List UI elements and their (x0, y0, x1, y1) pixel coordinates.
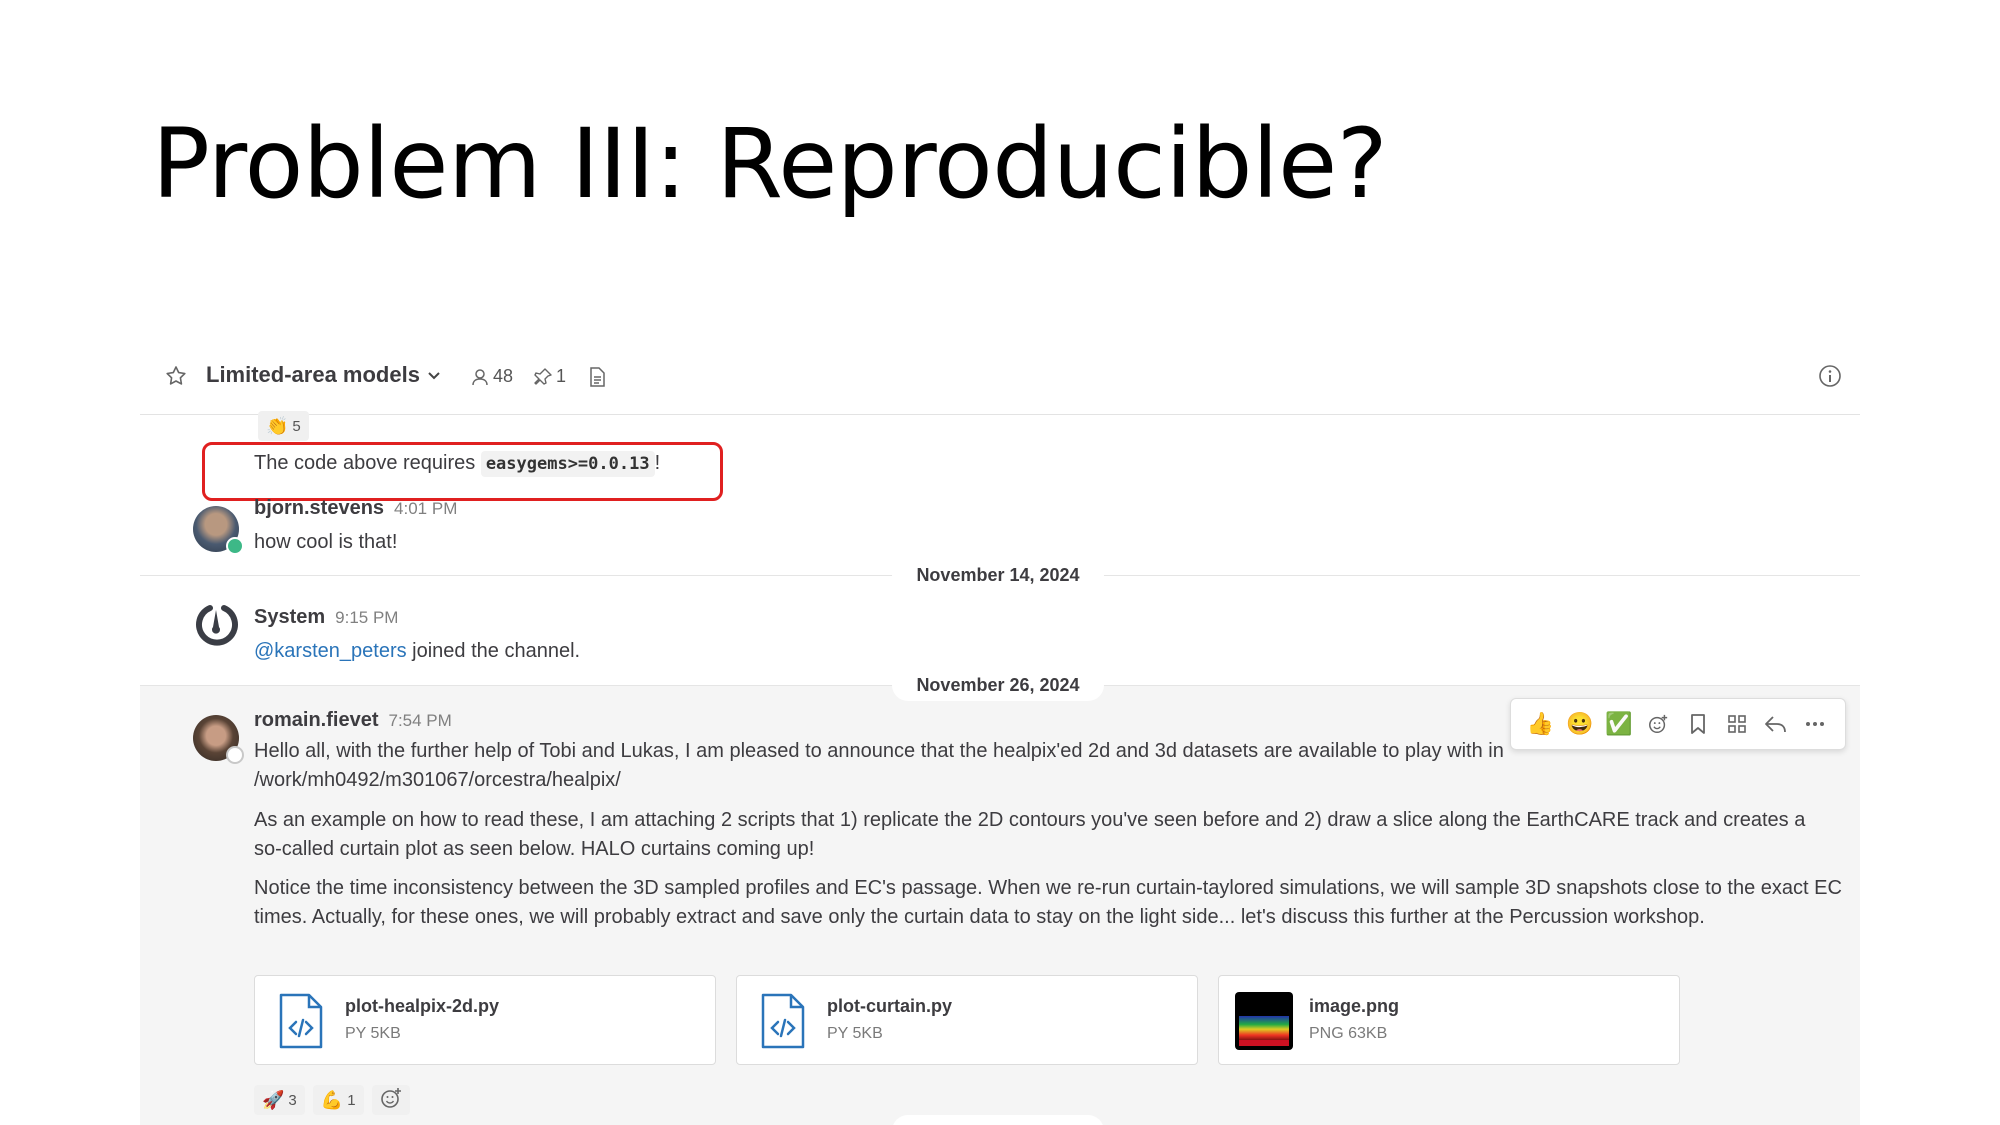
username: System (254, 606, 326, 628)
reply-icon[interactable] (1760, 708, 1792, 740)
highlight-annotation-box (202, 442, 723, 501)
file-attachment[interactable]: plot-curtain.py PY 5KB (736, 975, 1198, 1065)
channel-header: Limited-area models 48 1 (140, 340, 1860, 415)
member-count: 48 (493, 366, 514, 386)
members-button[interactable]: 48 (470, 366, 513, 387)
quick-reaction-grin[interactable]: 😀 (1564, 708, 1596, 740)
system-message-text: @karsten_peters joined the channel. (254, 640, 581, 662)
save-bookmark-icon[interactable] (1682, 708, 1714, 740)
message-paragraph: As an example on how to read these, I am… (254, 809, 1806, 860)
reactions-row: 🚀 3 💪 1 (254, 1085, 410, 1115)
file-meta: PY 5KB (345, 1025, 401, 1042)
username[interactable]: romain.fievet (254, 709, 378, 731)
channel-files-icon[interactable] (588, 367, 606, 387)
file-attachment[interactable]: plot-healpix-2d.py PY 5KB (254, 975, 716, 1065)
pinned-button[interactable]: 1 (533, 366, 566, 387)
reaction-rocket[interactable]: 🚀 3 (254, 1085, 305, 1115)
file-attachment[interactable]: image.png PNG 63KB (1218, 975, 1680, 1065)
pinned-count: 1 (556, 366, 567, 386)
reaction-count: 5 (292, 417, 301, 435)
file-meta: PNG 63KB (1309, 1025, 1388, 1042)
post-hover-toolbar: 👍 😀 ✅ (1510, 698, 1846, 750)
offline-status-icon (226, 746, 244, 764)
timestamp[interactable]: 9:15 PM (335, 608, 398, 627)
chevron-down-icon (426, 367, 442, 383)
message-text: how cool is that! (254, 531, 398, 553)
file-name: image.png (1309, 996, 1400, 1016)
reaction-emoji: 💪 (320, 1089, 344, 1110)
slide-title: Problem III: Reproducible? (152, 108, 1388, 220)
chat-screenshot: Limited-area models 48 1 👏 5 The code ab… (140, 340, 1860, 1125)
date-separator: November 26, 2024 (892, 669, 1104, 701)
add-reaction-button[interactable] (371, 1085, 410, 1115)
channel-name: Limited-area models (206, 362, 420, 387)
reaction-clap[interactable]: 👏 5 (258, 411, 309, 441)
date-separator: November 14, 2024 (892, 559, 1104, 591)
reaction-emoji: 👏 (266, 415, 289, 436)
reaction-count: 3 (288, 1091, 297, 1109)
user-mention-link[interactable]: @karsten_peters (254, 640, 407, 662)
timestamp[interactable]: 7:54 PM (388, 711, 451, 730)
reaction-muscle[interactable]: 💪 1 (312, 1085, 364, 1115)
channel-info-icon[interactable] (1818, 364, 1842, 388)
add-reaction-icon[interactable] (1642, 708, 1674, 740)
file-name: plot-curtain.py (827, 996, 952, 1016)
image-thumbnail (1235, 992, 1293, 1050)
more-actions-icon[interactable] (1799, 708, 1831, 740)
member-icon (470, 367, 490, 387)
message-header: bjorn.stevens 4:01 PM (254, 497, 457, 520)
message-header: System 9:15 PM (254, 606, 398, 629)
timestamp[interactable]: 4:01 PM (394, 499, 457, 518)
attachments-row: plot-healpix-2d.py PY 5KB plot-curtain.p… (254, 975, 1680, 1067)
code-file-icon (759, 992, 807, 1055)
quick-reaction-check[interactable]: ✅ (1603, 708, 1635, 740)
add-reaction-icon (379, 1086, 403, 1114)
favorite-star-icon[interactable] (164, 364, 188, 388)
online-status-icon (226, 537, 244, 555)
system-avatar (193, 602, 239, 648)
message-header: romain.fievet 7:54 PM (254, 709, 452, 732)
message-paragraph: Notice the time inconsistency between th… (254, 877, 1842, 928)
reaction-emoji: 🚀 (262, 1089, 285, 1110)
apps-icon[interactable] (1721, 708, 1753, 740)
file-name: plot-healpix-2d.py (345, 996, 500, 1016)
username[interactable]: bjorn.stevens (254, 497, 384, 519)
reaction-count: 1 (347, 1091, 356, 1109)
quick-reaction-thumbsup[interactable]: 👍 (1525, 708, 1557, 740)
date-separator-partial (892, 1115, 1104, 1125)
channel-name-dropdown[interactable]: Limited-area models (206, 362, 442, 388)
file-meta: PY 5KB (827, 1025, 883, 1042)
message-list: 👏 5 The code above requires easygems>=0.… (140, 411, 1860, 1125)
pin-icon (533, 367, 553, 387)
code-file-icon (277, 992, 325, 1055)
